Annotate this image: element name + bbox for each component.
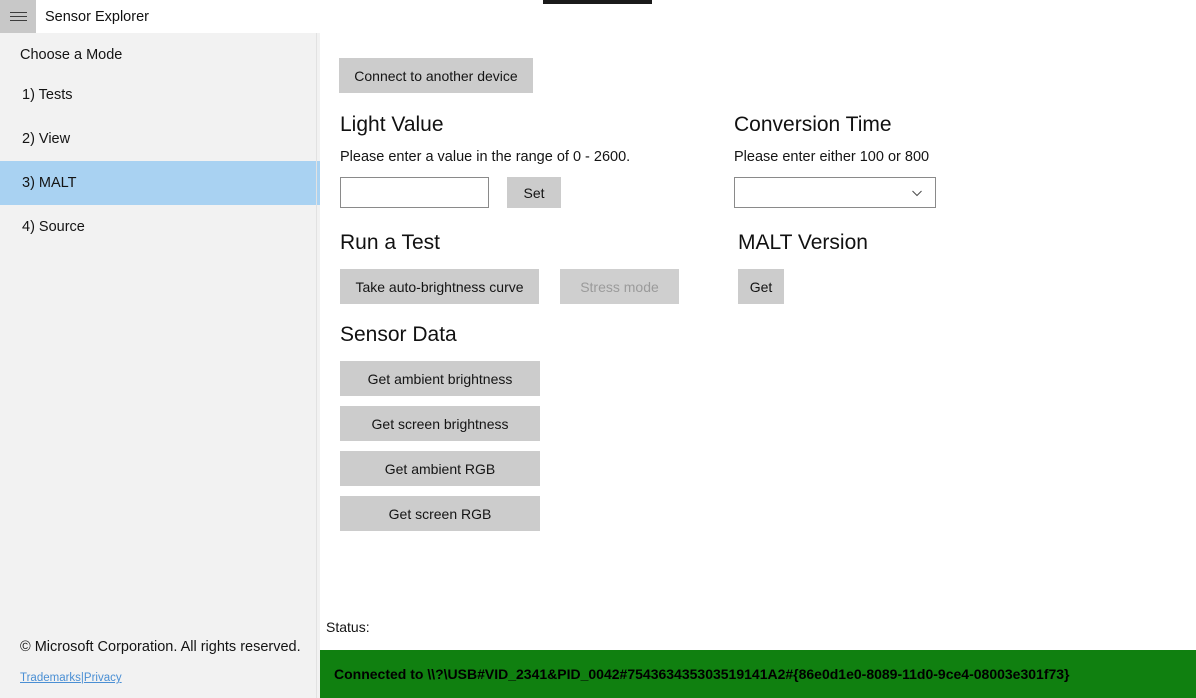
app-window: Sensor Explorer Choose a Mode 1) Tests 2… — [0, 0, 1196, 698]
get-ambient-brightness-button[interactable]: Get ambient brightness — [340, 361, 540, 396]
main-content: Connect to another device Light Value Pl… — [320, 33, 1196, 698]
sidebar-item-label: 3) MALT — [22, 175, 77, 191]
sidebar-item-view[interactable]: 2) View — [0, 117, 320, 161]
legal-links: Trademarks|Privacy — [20, 672, 320, 684]
app-title: Sensor Explorer — [45, 9, 149, 25]
take-auto-brightness-curve-button[interactable]: Take auto-brightness curve — [340, 269, 539, 304]
sidebar: Choose a Mode 1) Tests 2) View 3) MALT 4… — [0, 33, 320, 698]
privacy-link[interactable]: Privacy — [84, 672, 122, 684]
conversion-time-section: Conversion Time Please enter either 100 … — [734, 113, 936, 208]
get-malt-version-button[interactable]: Get — [738, 269, 784, 304]
status-banner: Connected to \\?\USB#VID_2341&PID_0042#7… — [320, 650, 1196, 698]
sensor-data-title: Sensor Data — [340, 323, 540, 347]
conversion-time-subtitle: Please enter either 100 or 800 — [734, 149, 936, 165]
titlebar: Sensor Explorer — [0, 0, 320, 33]
sidebar-item-label: 1) Tests — [22, 87, 73, 103]
get-screen-brightness-button[interactable]: Get screen brightness — [340, 406, 540, 441]
malt-version-section: MALT Version Get — [738, 231, 868, 304]
light-value-input[interactable] — [340, 177, 489, 208]
light-value-title: Light Value — [340, 113, 630, 137]
set-light-value-button[interactable]: Set — [507, 177, 561, 208]
connect-to-another-device-button[interactable]: Connect to another device — [339, 58, 533, 93]
status-message: Connected to \\?\USB#VID_2341&PID_0042#7… — [320, 666, 1070, 682]
sidebar-item-label: 2) View — [22, 131, 70, 147]
sidebar-item-source[interactable]: 4) Source — [0, 205, 320, 249]
sidebar-item-tests[interactable]: 1) Tests — [0, 73, 320, 117]
conversion-time-dropdown[interactable] — [734, 177, 936, 208]
sidebar-item-malt[interactable]: 3) MALT — [0, 161, 320, 205]
sidebar-heading: Choose a Mode — [0, 33, 320, 65]
mode-list: 1) Tests 2) View 3) MALT 4) Source — [0, 73, 320, 249]
get-screen-rgb-button[interactable]: Get screen RGB — [340, 496, 540, 531]
titlebar-stub — [543, 0, 652, 4]
sidebar-footer: © Microsoft Corporation. All rights rese… — [0, 639, 320, 698]
copyright-text: © Microsoft Corporation. All rights rese… — [20, 639, 320, 655]
light-value-row: Set — [340, 177, 630, 208]
trademarks-link[interactable]: Trademarks — [20, 672, 81, 684]
status-label: Status: — [326, 619, 370, 635]
get-ambient-rgb-button[interactable]: Get ambient RGB — [340, 451, 540, 486]
run-a-test-buttons: Take auto-brightness curve Stress mode — [340, 269, 679, 304]
sidebar-item-label: 4) Source — [22, 219, 85, 235]
sensor-data-section: Sensor Data Get ambient brightness Get s… — [340, 323, 540, 541]
light-value-section: Light Value Please enter a value in the … — [340, 113, 630, 208]
conversion-time-title: Conversion Time — [734, 113, 936, 137]
chevron-down-icon — [911, 187, 923, 199]
light-value-subtitle: Please enter a value in the range of 0 -… — [340, 149, 630, 165]
hamburger-icon[interactable] — [0, 0, 36, 33]
sidebar-divider — [316, 33, 317, 698]
malt-version-title: MALT Version — [738, 231, 868, 255]
run-a-test-section: Run a Test Take auto-brightness curve St… — [340, 231, 679, 304]
run-a-test-title: Run a Test — [340, 231, 679, 255]
stress-mode-button: Stress mode — [560, 269, 679, 304]
